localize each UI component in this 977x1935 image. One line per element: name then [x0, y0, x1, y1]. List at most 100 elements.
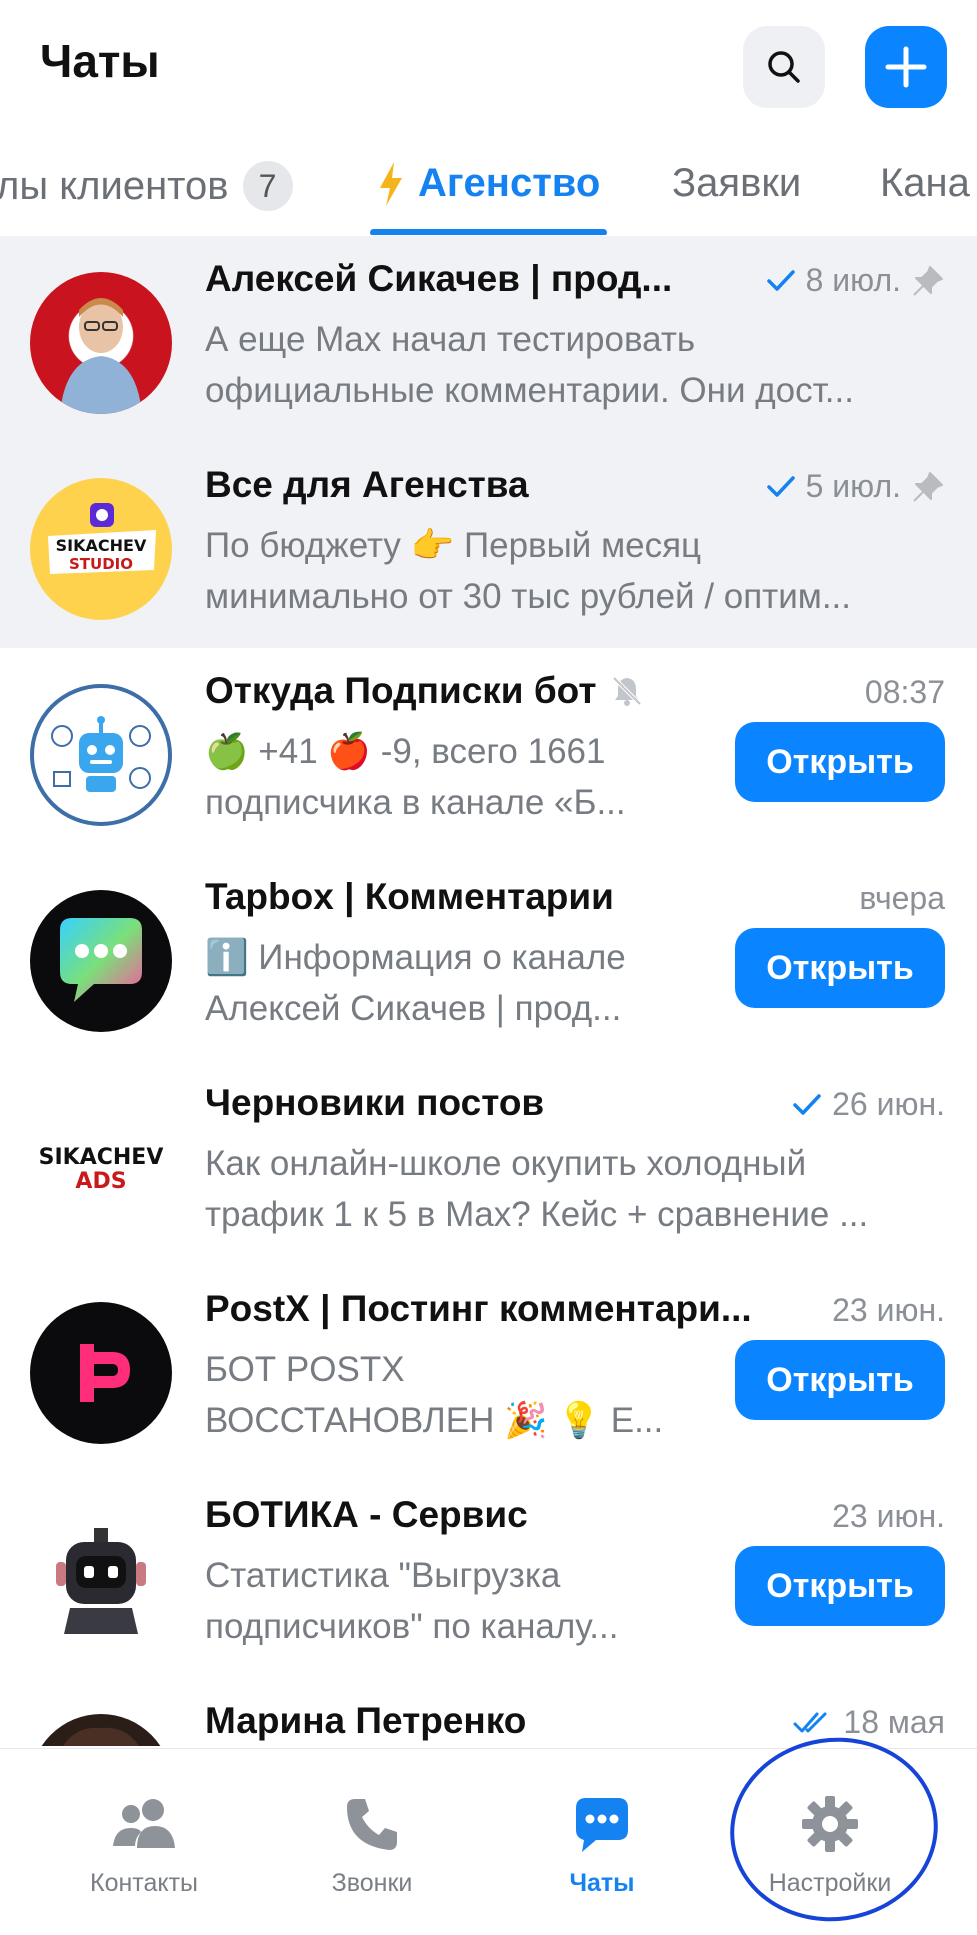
tab-label: лы клиентов: [0, 163, 229, 208]
person-photo-icon: [60, 298, 142, 414]
page-title: Чаты: [40, 35, 160, 87]
lightning-icon: [380, 161, 402, 206]
chat-list[interactable]: Алексей Сикачев | прод... 8 июл. А еще M…: [0, 236, 977, 1746]
pin-icon: [913, 265, 943, 296]
nav-calls[interactable]: Звонки: [272, 1749, 472, 1921]
chat-time: 08:37: [864, 674, 945, 710]
chat-row[interactable]: Алексей Сикачев | прод... 8 июл. А еще M…: [0, 236, 977, 442]
chat-name-wrap: Откуда Подписки бот: [205, 670, 705, 712]
chat-time: вчера: [859, 880, 945, 916]
chat-meta: 26 июн.: [792, 1086, 945, 1123]
open-bot-button[interactable]: Открыть: [735, 1546, 945, 1626]
phone-icon: [347, 1799, 397, 1850]
preview-line: подписчиков" по каналу...: [205, 1607, 619, 1646]
chat-row[interactable]: Марина Петренко 18 мая: [0, 1678, 977, 1746]
logo-text: STUDIO: [69, 555, 133, 573]
avatar: [30, 272, 172, 414]
person-photo-icon: [63, 1727, 139, 1746]
avatar: SIKACHEV ADS: [30, 1096, 172, 1238]
chat-row[interactable]: SIKACHEV STUDIO Все для Агенства 5 июл. …: [0, 442, 977, 648]
chat-meta: вчера: [859, 880, 945, 917]
chat-preview: А еще Max начал тестировать официальные …: [205, 314, 935, 416]
chat-preview: 🍏 +41 🍎 -9, всего 1661 подписчика в кана…: [205, 726, 725, 828]
unread-badge: 7: [242, 161, 293, 211]
double-check-icon: [793, 1712, 827, 1732]
avatar: [30, 1714, 172, 1746]
logo-text: SIKACHEV: [56, 536, 147, 555]
tab-channels[interactable]: Кана: [880, 161, 970, 206]
nav-chats[interactable]: Чаты: [502, 1749, 702, 1921]
chat-time: 18 мая: [843, 1704, 945, 1740]
chat-preview: По бюджету 👉 Первый месяц минимально от …: [205, 520, 935, 622]
chat-preview: ℹ️ Информация о канале Алексей Сикачев |…: [205, 932, 725, 1034]
chat-meta: 08:37: [865, 674, 945, 711]
pin-icon: [913, 471, 943, 502]
preview-line: А еще Max начал тестировать: [205, 320, 696, 359]
chat-name: Tapbox | Комментарии: [205, 876, 614, 917]
search-button[interactable]: [743, 26, 825, 108]
tab-clients[interactable]: лы клиентов 7: [0, 161, 293, 211]
robot-bot-icon: [51, 716, 151, 792]
preview-line: ВОССТАНОВЛЕН 🎉 💡 Е...: [205, 1401, 664, 1440]
open-bot-button[interactable]: Открыть: [735, 928, 945, 1008]
tab-label: Кана: [880, 161, 970, 205]
chat-meta: 23 июн.: [832, 1292, 945, 1329]
header: Чаты: [0, 0, 977, 135]
chat-name: Все для Агенства: [205, 464, 529, 505]
tab-requests[interactable]: Заявки: [672, 161, 801, 206]
preview-line: БОТ POSTX: [205, 1350, 405, 1389]
preview-line: ℹ️ Информация о канале: [205, 938, 626, 977]
avatar: [30, 684, 172, 826]
logo-text: ADS: [75, 1169, 126, 1194]
nav-contacts[interactable]: Контакты: [44, 1749, 244, 1921]
preview-line: Статистика "Выгрузка: [205, 1556, 561, 1595]
preview-line: Алексей Сикачев | прод...: [205, 989, 622, 1028]
chat-name: Черновики постов: [205, 1082, 545, 1123]
chat-name: Алексей Сикачев | прод...: [205, 258, 673, 299]
preview-line: 🍏 +41 🍎 -9, всего 1661: [205, 732, 606, 771]
avatar: [30, 1302, 172, 1444]
chat-time: 5 июл.: [805, 468, 901, 504]
preview-line: Как онлайн-школе окупить холодный: [205, 1144, 807, 1183]
chat-icon: [576, 1798, 628, 1852]
chat-row[interactable]: Tapbox | Комментарии вчера ℹ️ Информация…: [0, 854, 977, 1060]
new-chat-button[interactable]: [865, 26, 947, 108]
logo-text: SIKACHEV: [39, 1145, 164, 1170]
chat-row[interactable]: БОТИКА - Сервис 23 июн. Статистика "Выгр…: [0, 1472, 977, 1678]
chat-meta: 23 июн.: [832, 1498, 945, 1535]
avatar: [30, 1508, 172, 1650]
search-icon: [768, 51, 800, 83]
avatar: SIKACHEV STUDIO: [30, 478, 172, 620]
tab-label: Заявки: [672, 161, 802, 205]
chat-name: PostX | Постинг комментари...: [205, 1288, 752, 1329]
avatar: [30, 890, 172, 1032]
ads-logo-icon: SIKACHEV ADS: [39, 1145, 164, 1194]
chat-row[interactable]: Откуда Подписки бот 08:37 🍏 +41 🍎 -9, вс…: [0, 648, 977, 854]
chat-row[interactable]: SIKACHEV ADS Черновики постов 26 июн. Ка…: [0, 1060, 977, 1266]
nav-label: Чаты: [569, 1869, 635, 1897]
chat-time: 23 июн.: [832, 1498, 945, 1534]
robot-icon: [56, 1528, 146, 1634]
chat-time: 8 июл.: [805, 262, 901, 298]
chat-preview: Статистика "Выгрузка подписчиков" по кан…: [205, 1550, 725, 1652]
preview-line: официальные комментарии. Они дост...: [205, 371, 854, 410]
chat-meta: 8 июл.: [766, 262, 945, 299]
chat-preview: БОТ POSTX ВОССТАНОВЛЕН 🎉 💡 Е...: [205, 1344, 725, 1446]
preview-line: минимально от 30 тыс рублей / оптим...: [205, 577, 851, 616]
check-icon: [793, 1093, 821, 1115]
nav-label: Звонки: [331, 1869, 413, 1897]
open-bot-button[interactable]: Открыть: [735, 1340, 945, 1420]
muted-bell-icon: [613, 676, 642, 706]
folder-tabs: лы клиентов 7 Агенство Заявки Кана: [0, 145, 977, 235]
chat-time: 26 июн.: [832, 1086, 945, 1122]
preview-line: подписчика в канале «Б...: [205, 783, 626, 822]
contacts-icon: [113, 1799, 175, 1848]
preview-line: трафик 1 к 5 в Max? Кейс + сравнение ...: [205, 1195, 869, 1234]
tab-label: Агенство: [418, 161, 601, 205]
tab-agency[interactable]: Агенство: [378, 161, 600, 206]
chat-name: Марина Петренко: [205, 1700, 527, 1741]
chat-time: 23 июн.: [832, 1292, 945, 1328]
chat-row[interactable]: PostX | Постинг комментари... 23 июн. БО…: [0, 1266, 977, 1472]
open-bot-button[interactable]: Открыть: [735, 722, 945, 802]
chat-name: Откуда Подписки бот: [205, 670, 597, 711]
